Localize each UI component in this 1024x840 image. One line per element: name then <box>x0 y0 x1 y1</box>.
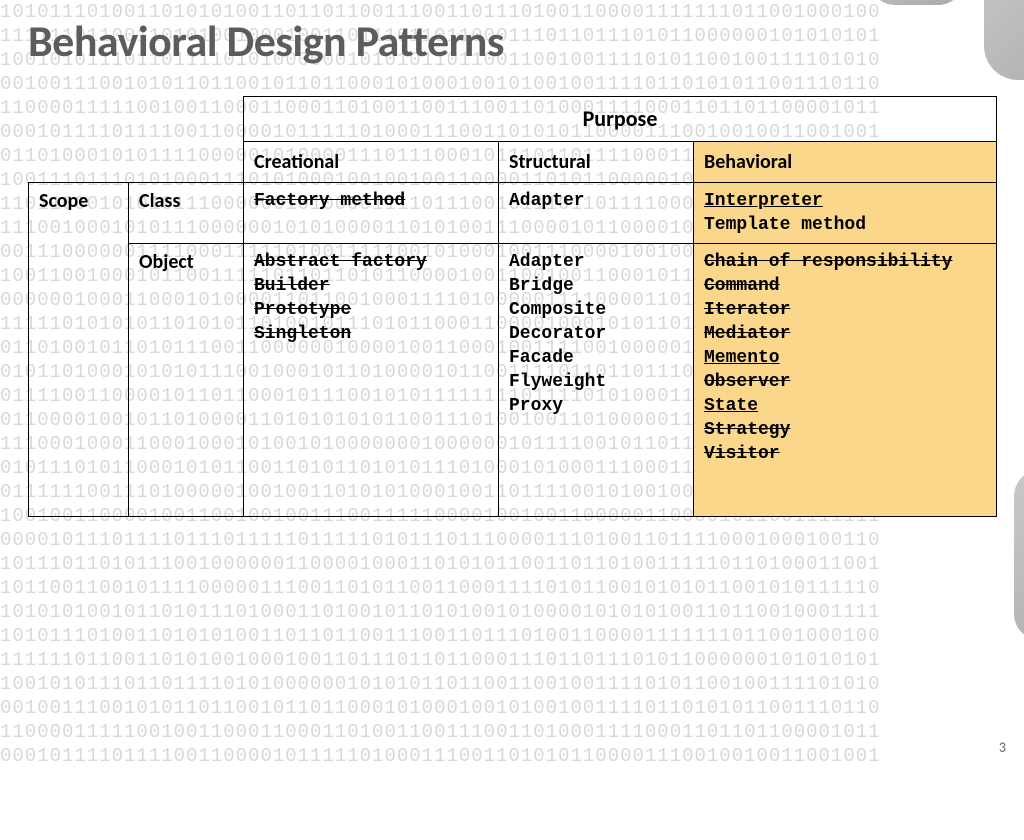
cell-class-behavioral: Interpreter Template method <box>694 183 997 244</box>
row-class: Class <box>129 183 244 244</box>
col-behavioral: Behavioral <box>694 142 997 183</box>
page-number: 3 <box>999 739 1006 756</box>
slide-content: Behavioral Design Patterns Purpose Creat… <box>0 0 1024 768</box>
table-row: Object Abstract factory Builder Prototyp… <box>29 244 997 517</box>
cell-object-structural: Adapter Bridge Composite Decorator Facad… <box>499 244 694 517</box>
patterns-table: Purpose Creational Structural Behavioral… <box>28 96 997 517</box>
table-row: Scope Class Factory method Adapter Inter… <box>29 183 997 244</box>
cell-object-behavioral: Chain of responsibility Command Iterator… <box>694 244 997 517</box>
cell-object-creational: Abstract factory Builder Prototype Singl… <box>244 244 499 517</box>
row-object: Object <box>129 244 244 517</box>
col-creational: Creational <box>244 142 499 183</box>
cell-class-creational: Factory method <box>244 183 499 244</box>
page-title: Behavioral Design Patterns <box>28 14 996 68</box>
cell-class-structural: Adapter <box>499 183 694 244</box>
scope-label: Scope <box>29 183 129 517</box>
col-structural: Structural <box>499 142 694 183</box>
table-row: Purpose <box>29 97 997 142</box>
purpose-header: Purpose <box>244 97 997 142</box>
